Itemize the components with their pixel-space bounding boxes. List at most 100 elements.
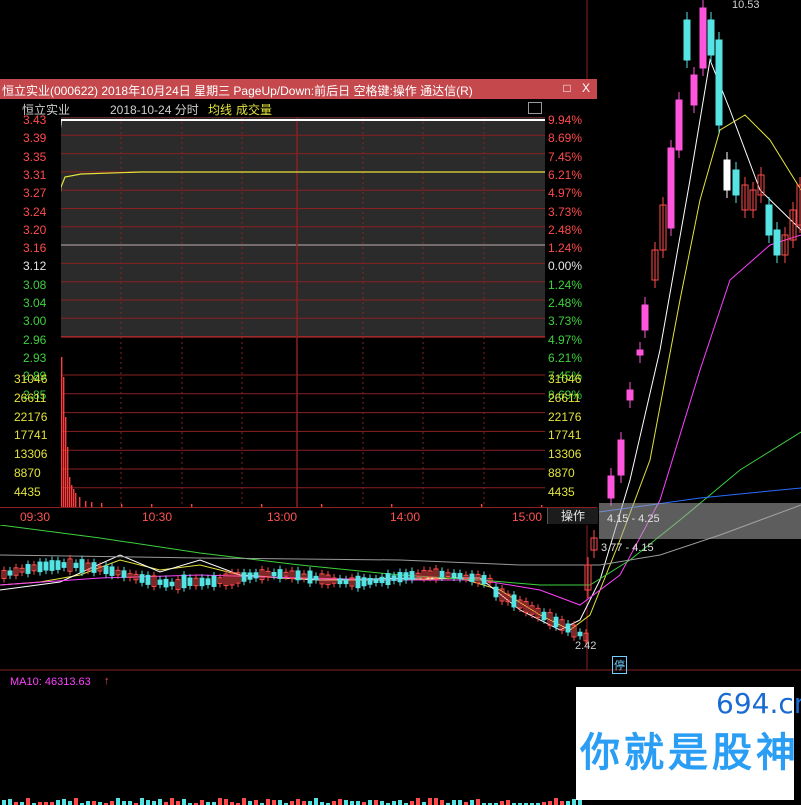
price-tick: 3.24 (23, 204, 47, 219)
candle-body (271, 571, 277, 577)
volume-bar (79, 497, 81, 507)
candle-body (49, 560, 55, 571)
indicator-bar (440, 800, 444, 805)
percent-tick: 4.97% (548, 186, 583, 201)
indicator-bar (8, 799, 12, 805)
candle-body (109, 566, 115, 576)
intraday-window[interactable]: 恒立实业(000622) 2018年10月24日 星期三 PageUp/Down… (0, 79, 598, 525)
candle-body (169, 581, 175, 587)
time-axis: 09:30 10:30 13:00 14:00 15:00 操作 (0, 507, 598, 525)
indicator-bar (266, 799, 270, 805)
percent-tick: 2.48% (548, 296, 583, 310)
percent-tick: 0.00% (548, 259, 583, 274)
close-button[interactable]: X (579, 81, 593, 95)
candle-body (675, 99, 683, 151)
volume-bar (67, 447, 69, 507)
indicator-bar (128, 801, 132, 805)
indicator-bar (458, 800, 462, 805)
time-label-1500: 15:00 (512, 510, 543, 524)
indicator-bar (224, 799, 228, 805)
percent-tick: 2.48% (548, 222, 583, 237)
candle-body (337, 578, 343, 585)
indicator-bar (272, 800, 276, 805)
candle-body (79, 559, 85, 573)
indicator-bar (314, 798, 318, 805)
indicator-bar (140, 798, 144, 805)
candle-body (181, 574, 187, 589)
maximize-button[interactable]: □ (560, 81, 574, 95)
intraday-plot[interactable] (61, 117, 545, 507)
candle-body (457, 573, 463, 579)
candle-body (391, 575, 397, 581)
candle-body (626, 389, 634, 401)
window-title: 恒立实业(000622) 2018年10月24日 星期三 PageUp/Down… (2, 84, 473, 98)
price-line (61, 119, 545, 129)
indicator-bar (428, 798, 432, 805)
indicator-bar (560, 801, 564, 805)
candle-body (73, 562, 79, 568)
time-label-1030: 10:30 (142, 510, 173, 524)
candle-body (699, 7, 707, 69)
volume-bar (75, 493, 77, 507)
watermark-domain: 694.cn (716, 687, 801, 720)
indicator-bar (248, 801, 252, 805)
date-label: 2018-10-24 分时 (110, 103, 199, 117)
indicator-bar (434, 798, 438, 805)
indicator-bar (350, 801, 354, 805)
percent-tick: 1.24% (548, 277, 583, 292)
candle-body (205, 578, 211, 586)
candle-body (732, 169, 740, 196)
percent-tick: 3.73% (548, 204, 583, 219)
time-label-1300: 13:00 (267, 510, 298, 524)
indicator-bar (62, 799, 66, 805)
window-title-bar[interactable]: 恒立实业(000622) 2018年10月24日 星期三 PageUp/Down… (0, 79, 597, 99)
candle-body (139, 574, 145, 583)
price-tick: 3.00 (23, 314, 47, 329)
expand-icon[interactable] (528, 102, 542, 114)
indicator-bar (380, 801, 384, 805)
indicator-bar (158, 799, 162, 805)
indicator-bar (356, 801, 360, 805)
indicator-bar (56, 800, 60, 805)
operate-button[interactable]: 操作 (547, 508, 598, 524)
candle-body (451, 572, 457, 578)
volume-bar (73, 489, 75, 507)
volume-tick-right: 13306 (548, 447, 582, 462)
volume-tick-right: 4435 (548, 484, 575, 499)
candle-body (715, 39, 723, 126)
intraday-subheader: 恒立实业 2018-10-24 分时 均线 成交量 (0, 99, 597, 117)
candle-body (61, 562, 67, 568)
indicator-bar (302, 801, 306, 805)
indicator-bar (452, 800, 456, 805)
ma10-label: MA10: 46313.63 (10, 676, 91, 688)
indicator-bar (470, 800, 474, 805)
candle-body (577, 631, 583, 637)
ma10-arrow: ↑ (104, 675, 110, 687)
time-label-0930: 09:30 (20, 510, 51, 524)
volume-tick-right: 31046 (548, 372, 582, 386)
candle-body (511, 594, 517, 608)
indicator-bar (110, 801, 114, 805)
indicator-bar (338, 799, 342, 805)
candle-body (379, 576, 385, 584)
indicator-bar (74, 798, 78, 805)
candle-body (481, 575, 487, 585)
candle-body (103, 565, 109, 575)
volume-bar (61, 357, 63, 507)
candle-body (683, 19, 691, 61)
indicator-bar (152, 801, 156, 805)
candle-body (247, 572, 253, 580)
candle-body (157, 579, 163, 585)
indicator-bar (392, 801, 396, 805)
candle-body (385, 573, 391, 586)
indicator-bar (254, 800, 258, 805)
candle-body (241, 572, 247, 582)
indicator-bar (290, 801, 294, 805)
candle-body (25, 564, 31, 574)
indicator-bar (368, 800, 372, 805)
volume-tick-right: 17741 (548, 428, 582, 443)
indicator-bar (578, 800, 582, 805)
indicator-bar (374, 800, 378, 805)
indicator-bar (146, 800, 150, 805)
candle-body (295, 570, 301, 581)
